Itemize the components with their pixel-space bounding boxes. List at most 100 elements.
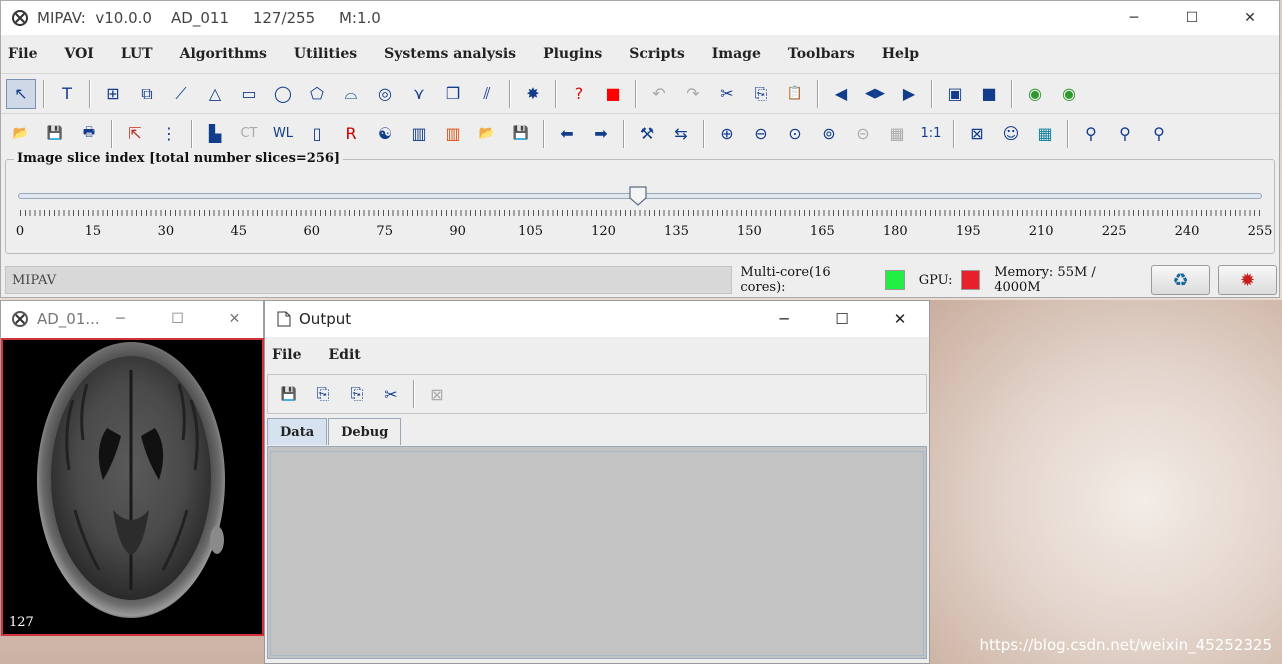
- paint-fg-button[interactable]: ■: [974, 79, 1004, 109]
- window-level-button[interactable]: WL: [268, 119, 298, 149]
- concentric-button[interactable]: ◎: [370, 79, 400, 109]
- print-button[interactable]: 🖶: [74, 119, 104, 149]
- menu-help[interactable]: Help: [882, 46, 919, 62]
- save-lut-button[interactable]: 💾: [506, 119, 536, 149]
- image-maximize-button[interactable]: ☐: [149, 301, 206, 337]
- image-minimize-button[interactable]: ─: [92, 301, 149, 337]
- matrix-button[interactable]: ⊠: [962, 119, 992, 149]
- point-voi-button[interactable]: ⊞: [98, 79, 128, 109]
- yin-yang-button[interactable]: ☯: [370, 119, 400, 149]
- propagate-down-button[interactable]: ◉: [1054, 79, 1084, 109]
- garbage-collect-button[interactable]: ♻: [1151, 265, 1211, 295]
- debug-button[interactable]: ✹: [1218, 265, 1277, 295]
- copy-all-button[interactable]: ⎘: [308, 379, 338, 409]
- levelset-button[interactable]: ⌓: [336, 79, 366, 109]
- menu-algorithms[interactable]: Algorithms: [180, 46, 267, 62]
- paint-bg-button[interactable]: ▣: [940, 79, 970, 109]
- histogram-button[interactable]: ▙: [200, 119, 230, 149]
- transform-button[interactable]: ⚒: [632, 119, 662, 149]
- one-to-one-button[interactable]: 1:1: [916, 119, 946, 149]
- load-lut-button[interactable]: 📂: [472, 119, 502, 149]
- paste-button[interactable]: 📋: [780, 79, 810, 109]
- minimize-button[interactable]: ─: [1105, 1, 1163, 35]
- output-titlebar[interactable]: Output ─ ☐ ✕: [265, 301, 929, 337]
- redo-button[interactable]: ↷: [678, 79, 708, 109]
- quick-lut-button[interactable]: ⋮: [154, 119, 184, 149]
- undo-button[interactable]: ↶: [644, 79, 674, 109]
- menu-lut[interactable]: LUT: [121, 46, 153, 62]
- color-button[interactable]: ■: [598, 79, 628, 109]
- output-text-area[interactable]: [267, 446, 927, 659]
- checker-button[interactable]: ▦: [882, 119, 912, 149]
- split-button[interactable]: ⫽: [472, 79, 502, 109]
- image-canvas[interactable]: 127: [1, 338, 264, 636]
- help-button[interactable]: ?: [564, 79, 594, 109]
- tab-data[interactable]: Data: [267, 418, 328, 445]
- rectangle-button[interactable]: ▭: [234, 79, 264, 109]
- zoom-in-button[interactable]: ⊕: [712, 119, 742, 149]
- output-menu-file[interactable]: File: [272, 347, 301, 363]
- slice-slider-thumb[interactable]: [628, 186, 647, 206]
- line-button[interactable]: ⟋: [166, 79, 196, 109]
- ellipse-button[interactable]: ◯: [268, 79, 298, 109]
- menu-image[interactable]: Image: [712, 46, 761, 62]
- maximize-button[interactable]: ☐: [1163, 1, 1221, 35]
- menu-voi[interactable]: VOI: [64, 46, 93, 62]
- menu-systems-analysis[interactable]: Systems analysis: [384, 46, 516, 62]
- grid-button[interactable]: ▦: [1030, 119, 1060, 149]
- ct-icon: CT: [240, 126, 258, 141]
- menu-scripts[interactable]: Scripts: [629, 46, 684, 62]
- text-button[interactable]: T: [52, 79, 82, 109]
- copy-button[interactable]: ⎘: [342, 379, 372, 409]
- zoom-out-button[interactable]: ⊖: [746, 119, 776, 149]
- previous-slice-button[interactable]: ⬅: [552, 119, 582, 149]
- pointer-button[interactable]: ↖: [6, 78, 36, 109]
- new-voi-button[interactable]: ✸: [518, 79, 548, 109]
- menu-utilities[interactable]: Utilities: [294, 46, 357, 62]
- ct-button[interactable]: CT: [234, 119, 264, 149]
- livewire-button[interactable]: ⋎: [404, 79, 434, 109]
- menu-toolbars[interactable]: Toolbars: [788, 46, 855, 62]
- head-button[interactable]: ☺: [996, 119, 1026, 149]
- output-maximize-button[interactable]: ☐: [813, 301, 871, 337]
- tab-debug[interactable]: Debug: [328, 418, 402, 445]
- output-menu-edit[interactable]: Edit: [328, 347, 360, 363]
- zoom-region-button[interactable]: ⊚: [814, 119, 844, 149]
- threshold-button[interactable]: ▯: [302, 119, 332, 149]
- image-titlebar[interactable]: AD_01... ─ ☐ ✕: [1, 301, 263, 337]
- cube-button[interactable]: ❒: [438, 79, 468, 109]
- menu-file[interactable]: File: [8, 46, 37, 62]
- microscope-2-button[interactable]: ⚲: [1110, 119, 1140, 149]
- save-button[interactable]: 💾: [274, 379, 304, 409]
- cut-button[interactable]: ✂: [376, 379, 406, 409]
- output-minimize-button[interactable]: ─: [755, 301, 813, 337]
- polygon-button[interactable]: ⬠: [302, 79, 332, 109]
- swap-button[interactable]: ⇆: [666, 119, 696, 149]
- grid-icon: ▦: [1037, 124, 1053, 143]
- microscope-button[interactable]: ⚲: [1076, 119, 1106, 149]
- clear-button[interactable]: ⊠: [422, 379, 452, 409]
- next-slice-button[interactable]: ➡: [586, 119, 616, 149]
- rgb-button[interactable]: R: [336, 119, 366, 149]
- grayscale-button[interactable]: ▥: [404, 119, 434, 149]
- close-button[interactable]: ✕: [1221, 1, 1279, 35]
- microscope-3-button[interactable]: ⚲: [1144, 119, 1174, 149]
- polyline-button[interactable]: △: [200, 79, 230, 109]
- hot-lut-button[interactable]: ▥: [438, 119, 468, 149]
- main-titlebar[interactable]: MIPAV: v10.0.0 AD_011 127/255 M:1.0 ─ ☐ …: [1, 1, 1279, 35]
- reset-button[interactable]: ⇱: [120, 119, 150, 149]
- voi-back-button[interactable]: ▶: [894, 79, 924, 109]
- image-close-button[interactable]: ✕: [206, 301, 263, 337]
- cut-button[interactable]: ✂: [712, 79, 742, 109]
- propagate-up-button[interactable]: ◉: [1020, 79, 1050, 109]
- save-button[interactable]: 💾: [40, 119, 70, 149]
- multi-point-button[interactable]: ⧉: [132, 79, 162, 109]
- menu-plugins[interactable]: Plugins: [543, 46, 602, 62]
- output-close-button[interactable]: ✕: [871, 301, 929, 337]
- copy-button[interactable]: ⎘: [746, 79, 776, 109]
- voi-front-button[interactable]: ◀: [826, 79, 856, 109]
- open-button[interactable]: 📂: [6, 119, 36, 149]
- voi-flip-button[interactable]: ◀▶: [860, 79, 890, 109]
- magnifier-button[interactable]: ⊝: [848, 119, 878, 149]
- zoom-fit-button[interactable]: ⊙: [780, 119, 810, 149]
